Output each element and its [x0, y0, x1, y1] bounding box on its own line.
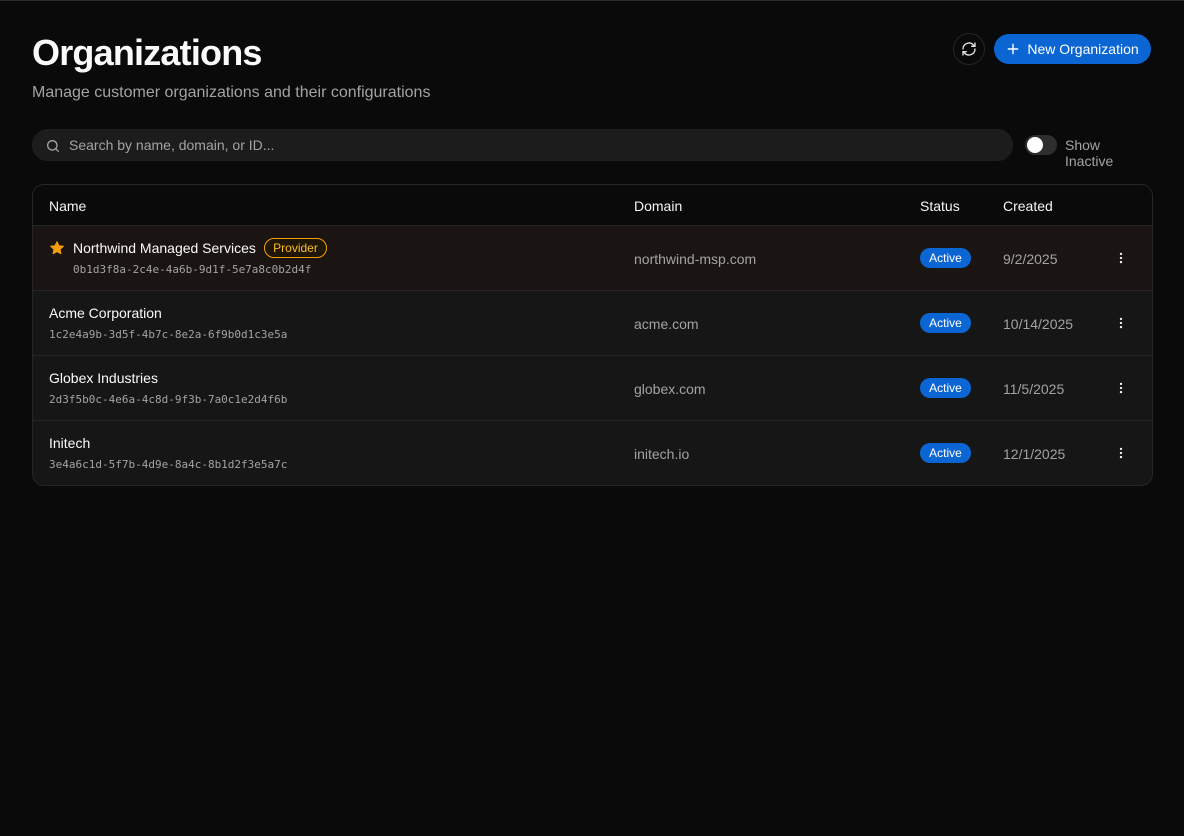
refresh-icon [962, 42, 976, 56]
status-badge: Active [920, 313, 971, 333]
org-name: Acme Corporation [49, 305, 162, 321]
star-icon [50, 241, 64, 255]
more-vertical-icon [1119, 317, 1123, 329]
show-inactive-label: Show Inactive [1065, 137, 1114, 169]
org-name: Initech [49, 435, 91, 451]
show-inactive-toggle[interactable] [1025, 135, 1057, 155]
org-id: 0b1d3f8a-2c4e-4a6b-9d1f-5e7a8c0b2d4f [73, 263, 312, 276]
top-divider [0, 0, 1184, 1]
search-input[interactable] [69, 130, 999, 160]
org-created: 12/1/2025 [1003, 446, 1066, 462]
org-domain: initech.io [634, 446, 690, 462]
org-name: Northwind Managed Services [73, 240, 256, 256]
status-badge: Active [920, 443, 971, 463]
column-header-name: Name [49, 198, 87, 214]
column-header-domain: Domain [634, 198, 683, 214]
table-row[interactable]: Globex Industries 2d3f5b0c-4e6a-4c8d-9f3… [33, 356, 1152, 421]
status-badge: Active [920, 248, 971, 268]
page-title: Organizations [32, 32, 262, 73]
table-row[interactable]: Acme Corporation 1c2e4a9b-3d5f-4b7c-8e2a… [33, 291, 1152, 356]
row-actions-button[interactable] [1107, 376, 1135, 400]
table-header: Name Domain Status Created [33, 185, 1152, 226]
org-id: 1c2e4a9b-3d5f-4b7c-8e2a-6f9b0d1c3e5a [49, 328, 288, 341]
search-bar [32, 129, 1013, 161]
refresh-button[interactable] [953, 33, 985, 65]
provider-badge: Provider [264, 238, 327, 258]
org-domain: northwind-msp.com [634, 251, 757, 267]
more-vertical-icon [1119, 447, 1123, 459]
new-organization-button[interactable]: New Organization [994, 34, 1151, 64]
column-header-created: Created [1003, 198, 1053, 214]
status-badge: Active [920, 378, 971, 398]
plus-icon [1007, 43, 1019, 55]
more-vertical-icon [1119, 382, 1123, 394]
org-domain: globex.com [634, 381, 706, 397]
org-created: 9/2/2025 [1003, 251, 1058, 267]
org-domain: acme.com [634, 316, 699, 332]
table-row[interactable]: Northwind Managed Services Provider 0b1d… [33, 226, 1152, 291]
row-actions-button[interactable] [1107, 441, 1135, 465]
org-name: Globex Industries [49, 370, 158, 386]
org-id: 3e4a6c1d-5f7b-4d9e-8a4c-8b1d2f3e5a7c [49, 458, 288, 471]
column-header-status: Status [920, 198, 960, 214]
org-id: 2d3f5b0c-4e6a-4c8d-9f3b-7a0c1e2d4f6b [49, 393, 288, 406]
org-created: 10/14/2025 [1003, 316, 1074, 332]
search-icon [47, 140, 59, 152]
row-actions-button[interactable] [1107, 311, 1135, 335]
org-created: 11/5/2025 [1003, 381, 1065, 397]
row-actions-button[interactable] [1107, 246, 1135, 270]
toggle-knob [1027, 137, 1043, 153]
organizations-table: Name Domain Status Created Northwind Man… [32, 184, 1153, 486]
table-row[interactable]: Initech 3e4a6c1d-5f7b-4d9e-8a4c-8b1d2f3e… [33, 421, 1152, 485]
page-subtitle: Manage customer organizations and their … [32, 84, 431, 101]
new-organization-label: New Organization [1027, 41, 1139, 57]
more-vertical-icon [1119, 252, 1123, 264]
